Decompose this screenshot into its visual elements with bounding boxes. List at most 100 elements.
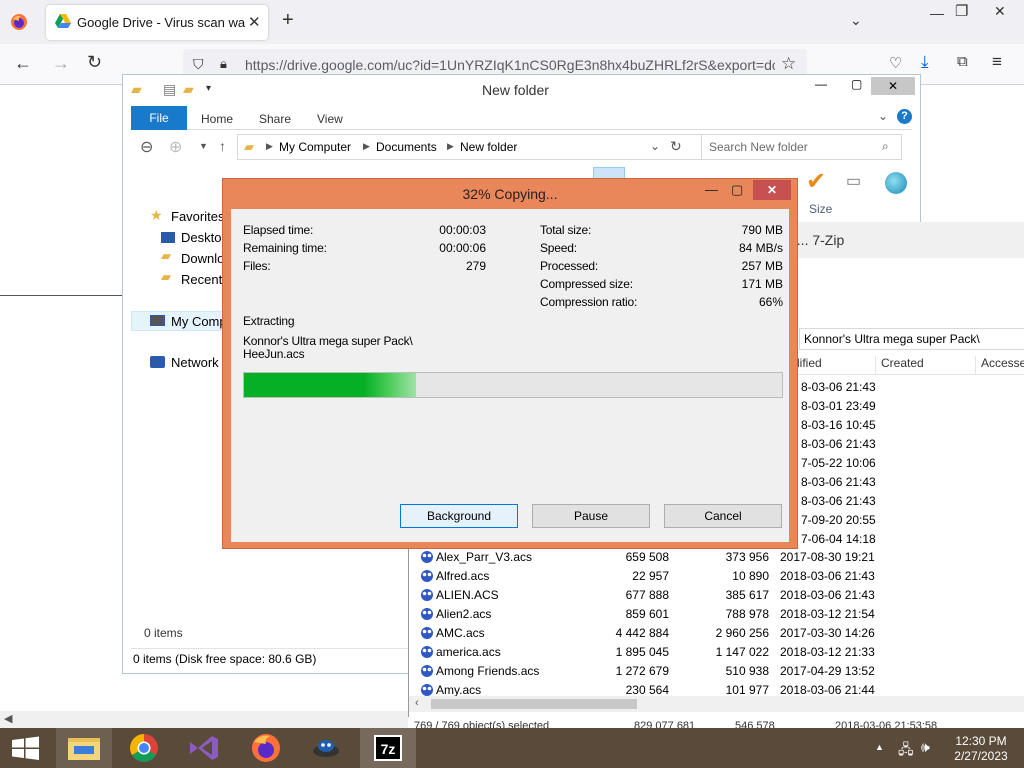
search-icon[interactable]: ⌕ <box>882 139 889 154</box>
search-input[interactable]: Search New folder <box>709 140 808 154</box>
7zip-horizontal-scrollbar[interactable]: ‹ <box>409 696 1024 712</box>
tab-close-icon[interactable]: ✕ <box>248 13 261 31</box>
nav-downloads[interactable]: Downloads <box>181 251 223 266</box>
dialog-maximize-icon[interactable]: ▢ <box>731 182 743 198</box>
app-menu-icon[interactable]: ≡ <box>992 52 1002 72</box>
bookmark-star-icon[interactable]: ☆ <box>781 54 796 74</box>
nav-recent-places[interactable]: Recent places <box>181 272 223 287</box>
file-packed: 10 890 <box>732 569 769 583</box>
list-item[interactable]: 7-05-22 10:06 <box>801 456 876 470</box>
tracking-protection-icon[interactable]: ⛉ <box>193 56 204 73</box>
up-icon[interactable]: ↑ <box>219 138 226 154</box>
extensions-icon[interactable]: ⧉ <box>957 53 968 70</box>
file-explorer-icon[interactable] <box>56 728 112 768</box>
scroll-thumb[interactable] <box>431 699 637 709</box>
table-row[interactable]: Alfred.acs 22 957 10 890 2018-03-06 21:4… <box>409 567 1024 586</box>
list-item[interactable]: 8-03-06 21:43 <box>801 380 876 394</box>
cancel-button[interactable]: Cancel <box>664 504 782 528</box>
ribbon-tab-file[interactable]: File <box>131 106 187 130</box>
7zip-path[interactable]: Konnor's Ultra mega super Pack\ <box>804 332 980 346</box>
ribbon-tab-share[interactable]: Share <box>259 112 291 126</box>
copy-dialog-body: Elapsed time: 00:00:03 Remaining time: 0… <box>231 209 789 542</box>
nav-favorites[interactable]: Favorites <box>171 209 223 224</box>
dialog-close-icon[interactable]: ✕ <box>753 180 791 200</box>
table-row[interactable]: Amy.acs 230 564 101 977 2018-03-06 21:44 <box>409 681 1024 696</box>
minimize-icon[interactable]: — <box>930 5 944 21</box>
clock[interactable]: 12:30 PM 2/27/2023 <box>946 734 1016 764</box>
new-folder-icon[interactable]: ▰ <box>183 81 194 98</box>
breadcrumb-my-computer[interactable]: My Computer <box>279 140 351 154</box>
list-item[interactable]: 7-09-20 20:55 <box>801 513 876 527</box>
msagent-icon[interactable] <box>298 728 354 768</box>
explorer-minimize-icon[interactable]: — <box>815 77 827 91</box>
ribbon-tab-view[interactable]: View <box>317 112 343 126</box>
scroll-left-icon[interactable]: ‹ <box>415 697 419 709</box>
file-modified: 2017-03-30 14:26 <box>780 626 875 640</box>
pocket-icon[interactable]: ♡ <box>889 54 902 72</box>
list-item[interactable]: 7-06-04 14:18 <box>801 532 876 546</box>
explorer-maximize-icon[interactable]: ▢ <box>851 77 862 91</box>
downloads-icon[interactable]: ⤓ <box>921 52 929 72</box>
table-row[interactable]: america.acs 1 895 045 1 147 022 2018-03-… <box>409 643 1024 662</box>
column-accessed[interactable]: Accessed <box>975 356 1024 375</box>
volume-icon[interactable]: 🕪︎ <box>921 739 930 756</box>
column-created[interactable]: Created <box>875 356 975 375</box>
breadcrumb-documents[interactable]: Documents <box>376 140 437 154</box>
pause-button[interactable]: Pause <box>532 504 650 528</box>
browser-tab[interactable]: Google Drive - Virus scan warning ✕ <box>46 5 268 40</box>
ribbon-tab-home[interactable]: Home <box>201 112 233 126</box>
visual-studio-icon[interactable] <box>176 728 232 768</box>
info-icon[interactable]: ▭ <box>846 171 861 191</box>
network-tray-icon[interactable]: 🖧︎ <box>898 739 914 763</box>
list-item[interactable]: 8-03-06 21:43 <box>801 437 876 451</box>
scroll-left-icon[interactable]: ◀ <box>4 712 12 725</box>
lock-icon[interactable]: 🔒︎ <box>220 56 227 72</box>
list-item[interactable]: 8-03-16 10:45 <box>801 418 876 432</box>
new-tab-icon[interactable]: + <box>282 9 294 32</box>
table-row[interactable]: Alex_Parr_V3.acs 659 508 373 956 2017-08… <box>409 548 1024 567</box>
address-bar[interactable]: ▰ ▶ My Computer ▶ Documents ▶ New folder… <box>237 134 777 160</box>
folder-icon: ▰ <box>131 81 142 97</box>
properties-icon[interactable]: ▤ <box>163 81 176 98</box>
forward-icon[interactable]: → <box>52 53 70 74</box>
firefox-menu-icon[interactable] <box>10 13 28 31</box>
checkmark-icon[interactable]: ✔ <box>806 167 826 196</box>
firefox-icon[interactable] <box>238 728 294 768</box>
table-row[interactable]: AMC.acs 4 442 884 2 960 256 2017-03-30 1… <box>409 624 1024 643</box>
reload-icon[interactable]: ↻ <box>87 52 102 73</box>
tab-list-chevron-icon[interactable]: ⌄ <box>850 12 862 29</box>
explorer-forward-icon[interactable]: ⊕ <box>169 137 182 157</box>
7zip-icon[interactable]: 7z <box>360 728 416 768</box>
quick-access-dropdown-icon[interactable]: ▾ <box>206 83 211 94</box>
url-text[interactable]: https://drive.google.com/uc?id=1UnYRZIqK… <box>245 57 775 73</box>
search-box[interactable]: Search New folder ⌕ <box>701 134 902 160</box>
show-hidden-icons-icon[interactable]: ▲ <box>875 742 884 752</box>
table-row[interactable]: ALIEN.ACS 677 888 385 617 2018-03-06 21:… <box>409 586 1024 605</box>
breadcrumb-new-folder[interactable]: New folder <box>460 140 517 154</box>
back-icon[interactable]: ← <box>14 53 32 74</box>
refresh-icon[interactable]: ↻ <box>670 138 682 155</box>
nav-desktop[interactable]: Desktop <box>181 230 223 245</box>
explorer-close-icon[interactable]: ✕ <box>871 77 915 95</box>
dialog-minimize-icon[interactable]: — <box>705 182 718 197</box>
background-button[interactable]: Background <box>400 504 518 528</box>
table-row[interactable]: Alien2.acs 859 601 788 978 2018-03-12 21… <box>409 605 1024 624</box>
close-window-icon[interactable]: ✕ <box>994 3 1006 20</box>
recent-locations-icon[interactable]: ▼ <box>199 141 208 151</box>
explorer-back-icon[interactable]: ⊖ <box>140 137 153 157</box>
7zip-path-bar[interactable]: Konnor's Ultra mega super Pack\ <box>799 328 1024 350</box>
horizontal-scrollbar[interactable]: ◀ <box>0 711 408 728</box>
list-item[interactable]: 8-03-06 21:43 <box>801 494 876 508</box>
nav-my-computer[interactable]: My Computer <box>171 314 223 329</box>
help-icon[interactable]: ? <box>897 109 912 124</box>
list-item[interactable]: 8-03-06 21:43 <box>801 475 876 489</box>
list-item[interactable]: 8-03-01 23:49 <box>801 399 876 413</box>
table-row[interactable]: Among Friends.acs 1 272 679 510 938 2017… <box>409 662 1024 681</box>
address-dropdown-icon[interactable]: ⌄ <box>650 139 660 153</box>
restore-icon[interactable]: ❐ <box>955 2 968 20</box>
globe-icon[interactable] <box>885 172 907 194</box>
column-size-header[interactable]: Size <box>809 202 832 216</box>
start-icon[interactable] <box>0 728 56 768</box>
chrome-icon[interactable] <box>116 728 172 768</box>
ribbon-expand-icon[interactable]: ⌄ <box>878 109 888 123</box>
